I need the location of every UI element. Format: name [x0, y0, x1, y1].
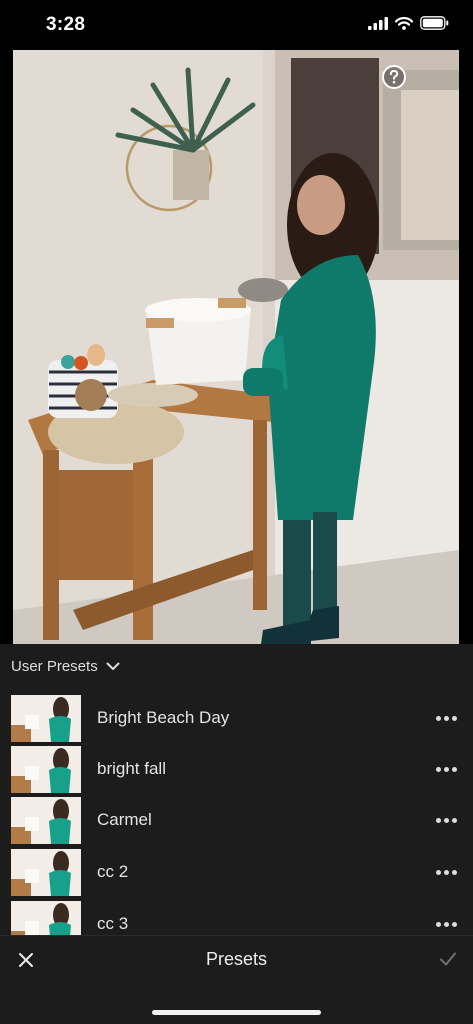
presets-panel: User Presets Bright Beach Day bright fal…	[0, 644, 473, 935]
more-options-icon[interactable]	[436, 716, 457, 721]
preset-row[interactable]: bright fall	[0, 746, 473, 797]
cellular-signal-icon	[368, 16, 388, 30]
status-bar: 3:28	[0, 0, 473, 50]
preset-name: Bright Beach Day	[97, 708, 230, 727]
home-indicator[interactable]	[152, 1010, 321, 1015]
more-options-icon[interactable]	[436, 767, 457, 772]
question-circle-icon[interactable]	[381, 64, 407, 90]
preset-row[interactable]: cc 2	[0, 849, 473, 900]
photo-preview[interactable]	[13, 50, 459, 644]
preset-thumbnail	[11, 695, 81, 742]
chevron-down-icon	[106, 662, 120, 670]
status-icons	[368, 16, 449, 30]
bottom-action-bar: Presets	[0, 935, 473, 1024]
preset-row[interactable]: Carmel	[0, 797, 473, 848]
wifi-icon	[395, 16, 413, 30]
panel-title: Presets	[205, 949, 268, 969]
preset-name: cc 3	[97, 914, 129, 933]
preset-row[interactable]: Bright Beach Day	[0, 695, 473, 746]
more-options-icon[interactable]	[436, 870, 457, 875]
photo-illustration	[13, 50, 459, 644]
preset-group-selector[interactable]: User Presets	[11, 658, 120, 675]
more-options-icon[interactable]	[436, 818, 457, 823]
preset-row[interactable]: cc 3	[0, 901, 473, 935]
preset-thumbnail	[11, 901, 81, 935]
preset-thumbnail	[11, 746, 81, 793]
preset-name: cc 2	[97, 862, 129, 881]
more-options-icon[interactable]	[436, 922, 457, 927]
preset-thumbnail	[11, 797, 81, 844]
preset-group-label: User Presets	[11, 658, 98, 675]
battery-icon	[420, 16, 449, 30]
preset-thumbnail	[11, 849, 81, 896]
preset-name: bright fall	[97, 759, 166, 778]
checkmark-icon[interactable]	[439, 951, 457, 967]
status-time: 3:28	[46, 14, 86, 35]
preset-name: Carmel	[97, 810, 152, 829]
